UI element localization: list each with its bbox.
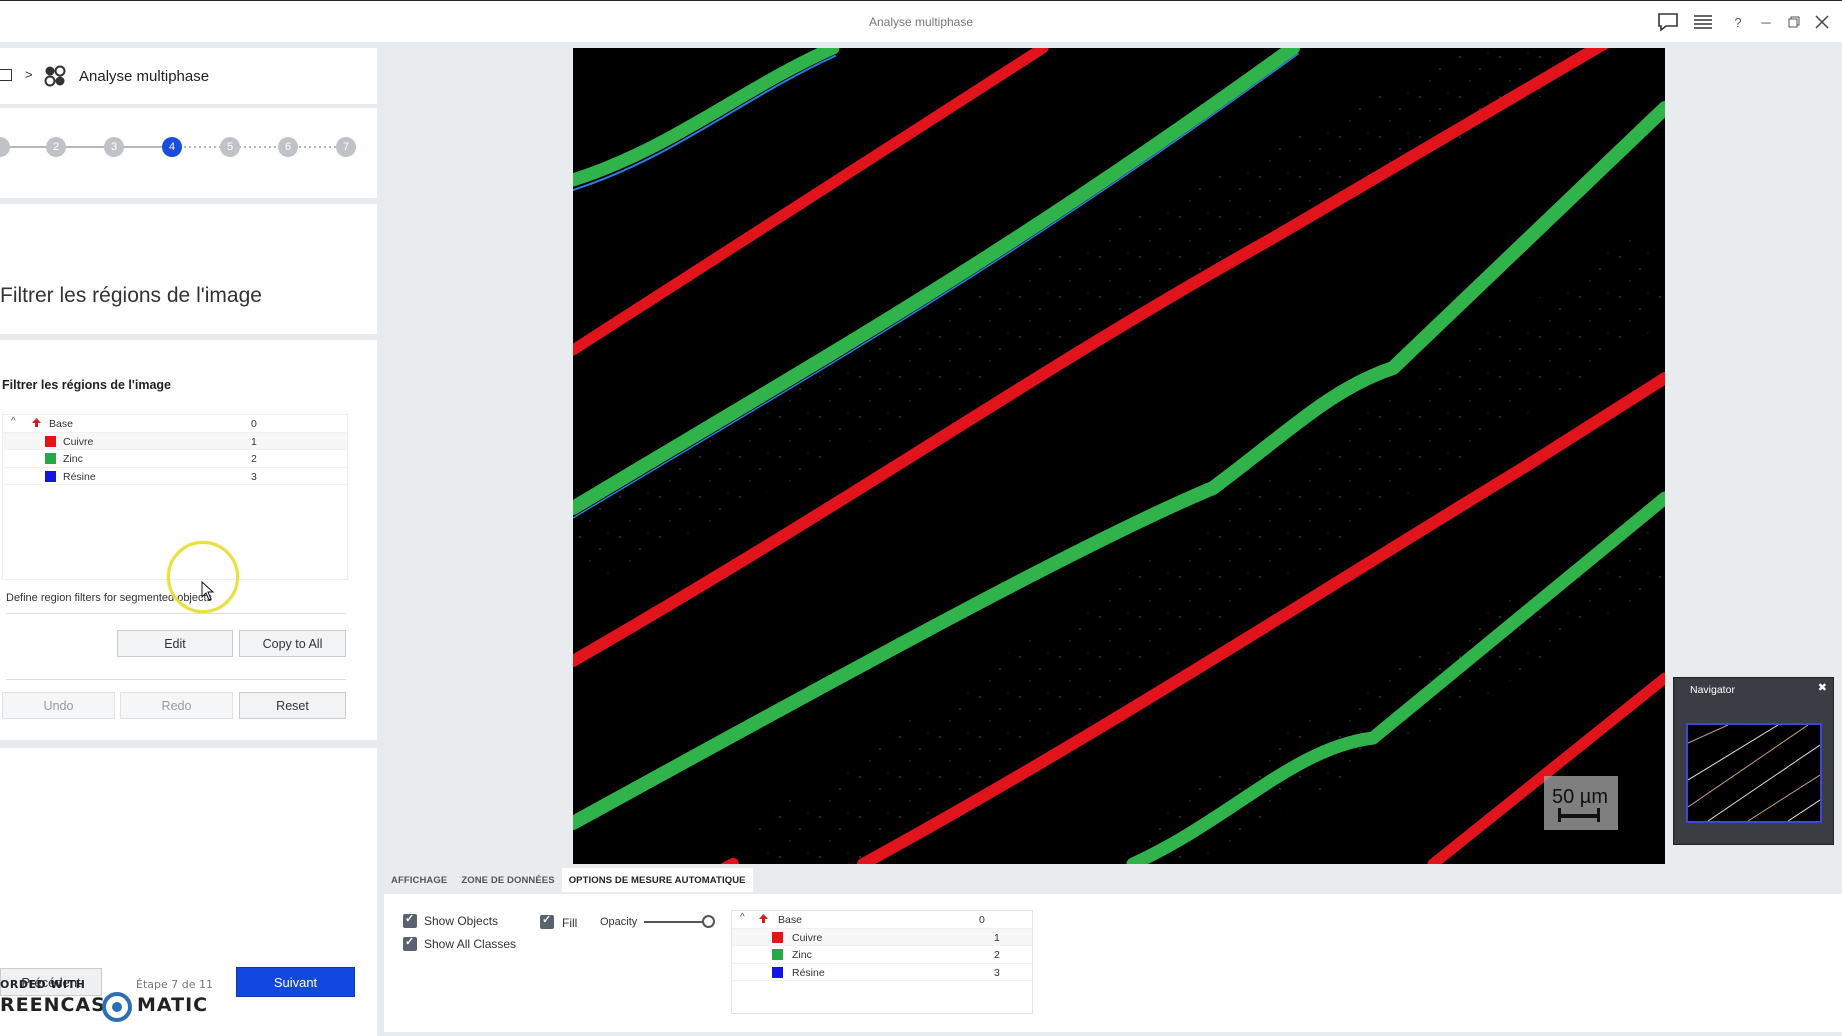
class-row-resine[interactable]: Résine 3 <box>3 468 347 485</box>
help-icon[interactable]: ? <box>1724 9 1752 35</box>
show-all-classes-checkbox[interactable] <box>403 935 417 951</box>
section-title: Filtrer les régions de l'image <box>2 378 172 392</box>
legend-row-resine[interactable]: Résine 3 <box>732 964 1032 981</box>
redo-button[interactable]: Redo <box>120 692 233 719</box>
recording-watermark: ORDED WITH REENCAST MATIC Étape 7 de 11 <box>0 978 230 1034</box>
multiphase-app-icon <box>44 65 66 87</box>
next-button[interactable]: Suivant <box>236 967 355 997</box>
step-2[interactable]: 2 <box>46 137 66 157</box>
divider <box>6 679 346 680</box>
title-bar: Analyse multiphase ? ─ <box>0 0 1842 42</box>
up-arrow-icon <box>759 914 768 923</box>
class-row-zinc[interactable]: Zinc 2 <box>3 450 347 468</box>
up-arrow-icon <box>32 418 41 427</box>
class-value: 0 <box>979 914 985 926</box>
fill-checkbox[interactable] <box>540 913 554 929</box>
class-value: 1 <box>251 435 257 448</box>
divider <box>6 613 346 614</box>
breadcrumb-separator: > <box>25 67 33 82</box>
step-7[interactable]: 7 <box>336 137 356 157</box>
home-icon[interactable] <box>0 69 12 81</box>
class-value: 2 <box>251 453 257 465</box>
step-4-current[interactable]: 4 <box>162 137 182 157</box>
scale-bar: 50 µm <box>1544 776 1618 830</box>
title-bar-controls: ? ─ <box>1654 9 1836 35</box>
undo-button[interactable]: Undo <box>2 692 115 719</box>
class-name: Zinc <box>63 453 83 465</box>
legend-row-cuivre[interactable]: Cuivre 1 <box>732 928 1032 946</box>
screencast-logo-icon <box>102 992 132 1022</box>
legend-row-base[interactable]: ^ Base 0 <box>732 911 1032 929</box>
collapse-caret-icon[interactable]: ^ <box>11 416 16 427</box>
fill-label: Fill <box>562 916 578 930</box>
thumbnail-image <box>1688 725 1820 821</box>
step-5[interactable]: 5 <box>220 137 240 157</box>
class-name: Cuivre <box>792 931 823 944</box>
color-swatch <box>45 470 56 482</box>
menu-icon[interactable] <box>1682 9 1724 35</box>
copy-to-all-button[interactable]: Copy to All <box>239 630 346 657</box>
opacity-slider-track[interactable] <box>644 921 704 923</box>
step-heading-card: Filtrer les régions de l'image <box>0 204 377 334</box>
workflow-panel: > Analyse multiphase 2 3 4 5 6 7 Filtrer… <box>0 48 377 1036</box>
minimize-icon[interactable]: ─ <box>1752 9 1780 35</box>
navigator-panel[interactable]: Navigator ✖ <box>1673 677 1834 845</box>
watermark-line1: ORDED WITH <box>0 978 86 991</box>
navigator-close-icon[interactable]: ✖ <box>1818 681 1827 694</box>
segmented-image <box>573 48 1665 864</box>
color-swatch <box>45 435 56 447</box>
close-icon[interactable] <box>1808 9 1836 35</box>
step-counter: Étape 7 de 11 <box>136 978 213 991</box>
class-name: Résine <box>63 470 96 483</box>
cursor-highlight <box>167 541 239 613</box>
scale-bar-line <box>1558 808 1600 822</box>
class-value: 1 <box>994 931 1000 944</box>
tab-affichage[interactable]: AFFICHAGE <box>384 868 454 892</box>
segmented-image-view[interactable] <box>573 48 1665 864</box>
show-objects-label: Show Objects <box>424 914 499 928</box>
breadcrumb-label: Analyse multiphase <box>79 68 210 85</box>
bottom-tab-bar: AFFICHAGE ZONE DE DONNÉES OPTIONS DE MES… <box>384 868 753 892</box>
color-swatch <box>772 931 783 943</box>
restore-icon[interactable] <box>1780 9 1808 35</box>
show-objects-checkbox[interactable] <box>403 912 417 928</box>
mouse-pointer-icon <box>201 581 215 601</box>
scale-label: 50 µm <box>1552 786 1608 808</box>
color-swatch <box>772 966 783 978</box>
page-title: Filtrer les régions de l'image <box>0 284 262 307</box>
navigator-thumbnail[interactable] <box>1686 723 1822 823</box>
reset-button[interactable]: Reset <box>239 692 346 719</box>
class-name: Base <box>49 418 73 430</box>
tab-zone-de-donnees[interactable]: ZONE DE DONNÉES <box>454 868 561 892</box>
show-all-classes-label: Show All Classes <box>424 937 517 951</box>
breadcrumb: > Analyse multiphase <box>0 48 377 104</box>
legend-row-zinc[interactable]: Zinc 2 <box>732 946 1032 964</box>
step-3[interactable]: 3 <box>104 137 124 157</box>
class-value: 3 <box>994 966 1000 979</box>
chat-icon[interactable] <box>1654 9 1682 35</box>
display-options-panel: Show Objects Show All Classes Fill Opaci… <box>384 894 1842 1032</box>
class-value: 3 <box>251 470 257 483</box>
class-value: 2 <box>994 949 1000 961</box>
class-row-cuivre[interactable]: Cuivre 1 <box>3 432 347 450</box>
navigator-title: Navigator <box>1690 684 1735 696</box>
step-6[interactable]: 6 <box>278 137 298 157</box>
collapse-caret-icon[interactable]: ^ <box>740 912 745 923</box>
class-name: Cuivre <box>63 435 94 448</box>
edit-button[interactable]: Edit <box>117 630 233 657</box>
region-filters-card: Filtrer les régions de l'image ^ Base 0 … <box>0 340 377 740</box>
class-name: Résine <box>792 966 825 979</box>
window-title: Analyse multiphase <box>868 15 974 29</box>
opacity-slider-thumb[interactable] <box>702 915 715 928</box>
class-row-base[interactable]: ^ Base 0 <box>3 415 347 433</box>
class-name: Base <box>778 914 802 926</box>
class-legend-table: ^ Base 0 Cuivre 1 Zinc 2 Résine 3 <box>731 910 1033 1014</box>
color-swatch <box>45 453 56 464</box>
color-swatch <box>772 949 783 960</box>
tab-options-mesure[interactable]: OPTIONS DE MESURE AUTOMATIQUE <box>561 868 753 892</box>
watermark-line2b: MATIC <box>137 994 209 1016</box>
class-value: 0 <box>251 418 257 430</box>
opacity-label: Opacity <box>600 916 638 928</box>
class-name: Zinc <box>792 949 812 961</box>
